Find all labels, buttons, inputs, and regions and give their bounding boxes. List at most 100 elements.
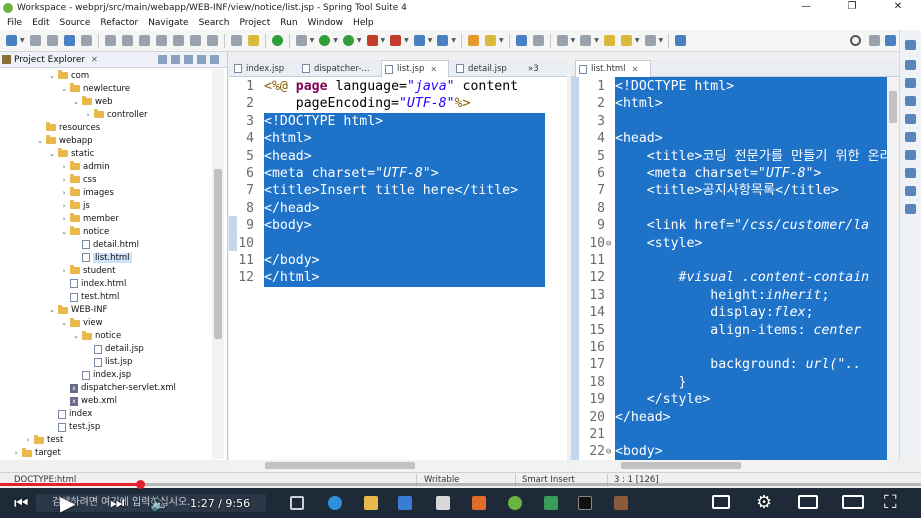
scroll-thumb[interactable] [889,91,897,123]
chevron-right-icon[interactable]: › [60,202,68,210]
previous-annotation-icon[interactable] [580,35,592,46]
tree-item[interactable]: › admin [60,160,110,173]
tasks-view-icon[interactable] [905,78,916,88]
chevron-down-icon[interactable]: ▼ [404,37,409,44]
fold-toggle-icon[interactable]: ⊖ [606,239,611,249]
code-line[interactable]: #visual .content-contain [615,269,887,287]
restore-view-icon[interactable] [905,40,916,50]
editor-tab[interactable]: detail.jsp [453,60,525,77]
tree-item[interactable]: resources [36,121,100,134]
code-line[interactable]: <body> [264,217,545,235]
code-line[interactable]: <!DOCTYPE html> [264,112,545,131]
skip-breakpoints-icon[interactable] [80,35,92,46]
annotation-icon[interactable] [532,35,544,46]
settings-gear-icon[interactable]: ⚙ [756,488,772,518]
editor-tab[interactable]: »3 [525,60,547,77]
new-icon[interactable] [6,35,17,46]
code-line[interactable]: <html> [264,130,545,148]
menu-run[interactable]: Run [275,18,302,28]
editor-tab[interactable]: list.jsp ✕ [381,60,449,77]
close-icon[interactable]: ✕ [91,55,98,64]
scroll-thumb[interactable] [621,462,741,469]
chevron-down-icon[interactable]: ▼ [381,37,386,44]
tree-item[interactable]: › test [24,434,63,447]
spring-tool-suite-icon[interactable] [508,496,522,510]
suspend-icon[interactable] [121,35,133,46]
boot-start-icon[interactable] [271,35,283,46]
console-view-icon[interactable] [905,132,916,142]
code-line[interactable] [615,199,887,218]
tree-item[interactable]: test.html [60,291,119,304]
subtitles-icon[interactable] [712,495,730,509]
tree-item[interactable]: › js [60,199,90,212]
chevron-right-icon[interactable]: › [60,215,68,223]
spring-boot-dashboard-icon[interactable] [247,35,259,46]
minimize-button[interactable]: — [783,0,829,15]
chevron-right-icon[interactable]: › [60,176,68,184]
link-with-editor-icon[interactable] [171,55,180,64]
chevron-down-icon[interactable]: ▼ [659,37,664,44]
tree-item[interactable]: ⌄ webapp [36,134,93,147]
forward-icon[interactable] [644,35,656,46]
chevron-down-icon[interactable]: ▼ [20,37,25,44]
code-line[interactable]: pageEncoding="UTF-8"%> [264,95,471,112]
code-line[interactable] [615,112,887,131]
menu-navigate[interactable]: Navigate [143,18,193,28]
tree-item[interactable]: › images [60,186,114,199]
tree-item[interactable]: x dispatcher-servlet.xml [60,382,176,395]
tree-item[interactable]: ⌄ WEB-INF [48,304,107,317]
chevron-down-icon[interactable]: ⌄ [48,306,56,314]
menu-edit[interactable]: Edit [27,18,54,28]
previous-video-icon[interactable]: ⏮ [14,488,28,518]
volume-icon[interactable]: 🔈 [150,488,170,518]
editor-tab[interactable]: dispatcher-... [299,60,379,77]
stop-icon[interactable] [366,35,378,46]
new-class-icon[interactable] [437,35,449,46]
tree-item[interactable]: list.html [72,251,132,264]
code-line[interactable]: <link href="/css/customer/la [615,217,887,235]
menu-window[interactable]: Window [303,18,349,28]
close-window-button[interactable]: ✕ [875,0,921,15]
edge-browser-icon[interactable] [328,496,342,510]
chevron-down-icon[interactable]: ⌄ [48,150,56,158]
chevron-down-icon[interactable]: ⌄ [36,137,44,145]
disconnect-icon[interactable] [155,35,167,46]
pin-editor-icon[interactable] [675,35,687,46]
chevron-down-icon[interactable]: ⌄ [48,72,56,80]
menu-project[interactable]: Project [234,18,275,28]
code-line[interactable] [264,234,545,252]
code-line[interactable]: <title>Insert title here</title> [264,182,545,200]
save-all-icon[interactable] [46,35,58,46]
outline-view-icon[interactable] [905,60,916,70]
tree-item[interactable]: ⌄ view [60,317,103,330]
theater-mode-icon[interactable] [842,495,864,509]
code-line[interactable] [615,339,887,357]
explorer-scrollbar[interactable] [212,69,224,459]
chevron-down-icon[interactable]: ▼ [310,37,315,44]
right-editor-vscrollbar[interactable] [887,77,899,460]
tree-item[interactable]: detail.html [72,238,139,251]
tree-item[interactable]: ⌄ web [72,95,113,108]
chevron-down-icon[interactable]: ⌄ [72,98,80,106]
menu-refactor[interactable]: Refactor [95,18,143,28]
code-line[interactable]: align-items: center [615,321,887,339]
menu-file[interactable]: File [2,18,27,28]
list-jsp-editor[interactable]: 1 <%@ page language="java" content 2 pageE… [229,77,567,460]
tree-item[interactable]: index [48,408,92,421]
chevron-down-icon[interactable]: ⌄ [60,319,68,327]
store-icon[interactable] [398,496,412,510]
green-app-icon[interactable] [544,496,558,510]
chevron-down-icon[interactable]: ▼ [571,37,576,44]
fullscreen-icon[interactable]: ⛶ [884,488,897,518]
back-icon[interactable] [620,35,632,46]
code-line[interactable] [615,426,887,444]
code-line[interactable]: display:flex; [615,304,887,322]
step-return-icon[interactable] [206,35,218,46]
boot-dashboard-view-icon[interactable] [905,186,916,196]
save-icon[interactable] [29,35,41,46]
chevron-down-icon[interactable]: ⌄ [60,85,68,93]
code-line[interactable]: <html> [615,95,887,113]
tree-item[interactable]: › css [60,173,97,186]
tree-item[interactable]: › student [60,264,116,277]
code-line[interactable]: </head> [615,408,887,426]
